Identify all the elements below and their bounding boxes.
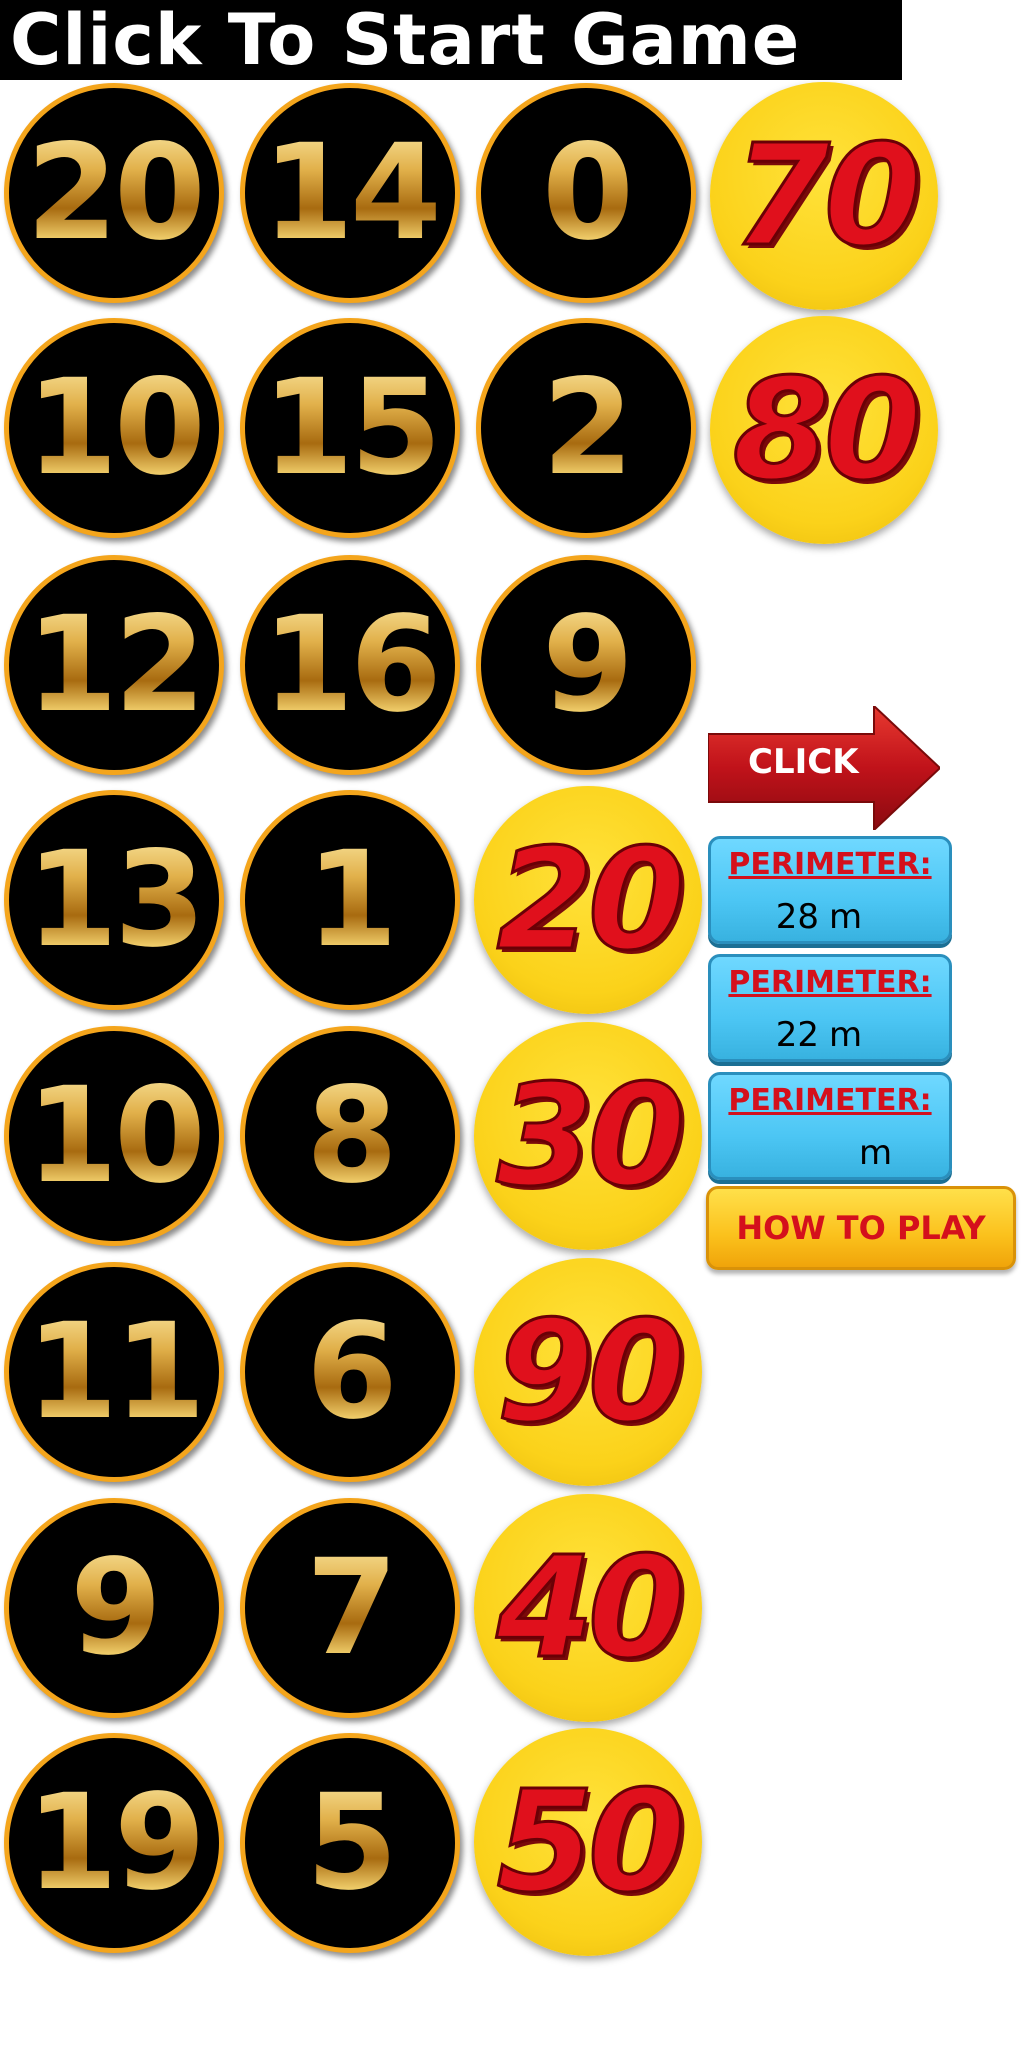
token-number: 16 [262,588,442,742]
number-token[interactable]: 8 [240,1026,460,1246]
number-token[interactable]: 10 [4,318,224,538]
perimeter-unit: m [859,1133,893,1173]
number-token[interactable]: 16 [240,555,460,775]
token-number: 15 [262,351,442,505]
how-to-play-button[interactable]: HOW TO PLAY [706,1186,1016,1270]
token-number: 13 [26,823,206,977]
number-token[interactable]: 9 [4,1498,224,1718]
score-token[interactable]: 20 [474,786,702,1014]
number-token[interactable]: 20 [4,83,224,303]
score-token[interactable]: 70 [710,82,938,310]
token-number: 2 [542,351,634,505]
perimeter-answer-box[interactable]: PERIMETER: 28 m [708,836,952,944]
token-number: 12 [26,588,206,742]
token-number: 8 [306,1059,398,1213]
score-token[interactable]: 80 [710,316,938,544]
token-number: 10 [26,351,206,505]
number-token[interactable]: 12 [4,555,224,775]
token-number: 10 [26,1059,206,1213]
token-number: 9 [70,1531,162,1685]
number-token[interactable]: 11 [4,1262,224,1482]
click-arrow-button[interactable]: CLICK [708,706,940,830]
token-score: 20 [495,817,687,983]
token-score: 40 [495,1525,687,1691]
number-token[interactable]: 14 [240,83,460,303]
perimeter-value: 28 [775,897,819,937]
score-token[interactable]: 50 [474,1728,702,1956]
perimeter-answer-box[interactable]: PERIMETER: 22 m [708,954,952,1062]
click-label: CLICK [748,742,859,782]
perimeter-value: 22 [775,1015,819,1055]
score-token[interactable]: 30 [474,1022,702,1250]
perimeter-answer-box[interactable]: PERIMETER: m [708,1072,952,1180]
number-token[interactable]: 9 [476,555,696,775]
token-number: 0 [542,116,634,270]
token-score: 80 [731,347,923,513]
number-token[interactable]: 6 [240,1262,460,1482]
number-token[interactable]: 0 [476,83,696,303]
token-number: 1 [306,823,398,977]
number-token[interactable]: 2 [476,318,696,538]
token-number: 7 [306,1531,398,1685]
number-token[interactable]: 15 [240,318,460,538]
token-number: 14 [262,116,442,270]
token-score: 50 [495,1759,687,1925]
token-number: 19 [26,1766,206,1920]
number-token[interactable]: 5 [240,1733,460,1953]
number-token[interactable]: 7 [240,1498,460,1718]
perimeter-label: PERIMETER: [728,847,932,882]
number-token[interactable]: 13 [4,790,224,1010]
game-board: Click To Start Game 20 10 12 13 10 11 9 … [0,0,1024,2048]
token-number: 11 [26,1295,206,1449]
token-number: 9 [542,588,634,742]
perimeter-unit: m [829,897,863,937]
score-token[interactable]: 40 [474,1494,702,1722]
score-token[interactable]: 90 [474,1258,702,1486]
perimeter-label: PERIMETER: [728,1083,932,1118]
token-number: 6 [306,1295,398,1449]
perimeter-unit: m [829,1015,863,1055]
number-token[interactable]: 10 [4,1026,224,1246]
perimeter-label: PERIMETER: [728,965,932,1000]
token-score: 30 [495,1053,687,1219]
number-token[interactable]: 19 [4,1733,224,1953]
token-number: 5 [306,1766,398,1920]
token-score: 70 [731,113,923,279]
token-number: 20 [26,116,206,270]
start-game-title[interactable]: Click To Start Game [0,0,902,80]
number-token[interactable]: 1 [240,790,460,1010]
token-score: 90 [495,1289,687,1455]
